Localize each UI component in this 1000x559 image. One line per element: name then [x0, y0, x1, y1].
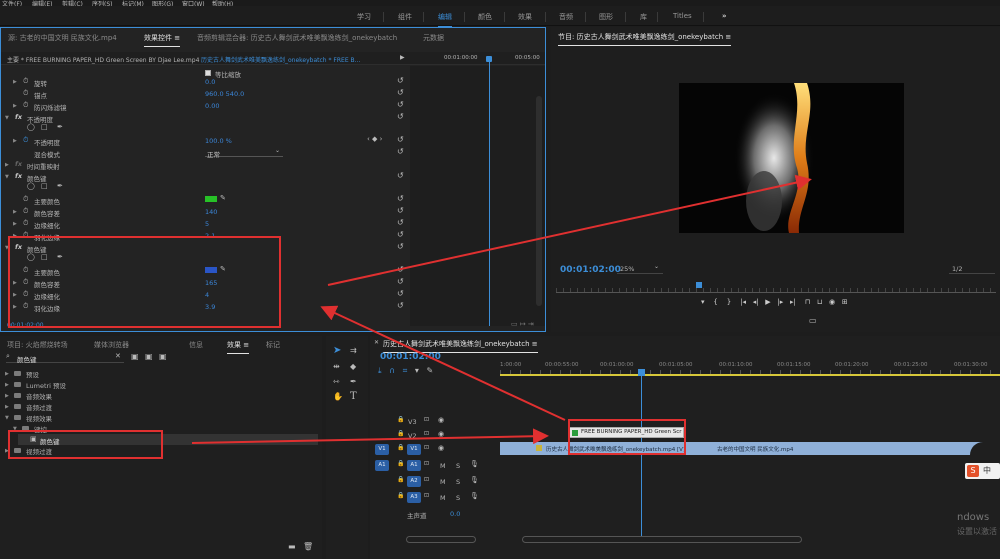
- arrow-to-effect-controls: [320, 305, 566, 421]
- annotation-arrows: [191, 174, 812, 445]
- arrow-to-timeline-clip: [191, 428, 549, 445]
- arrow-to-program: [327, 174, 812, 286]
